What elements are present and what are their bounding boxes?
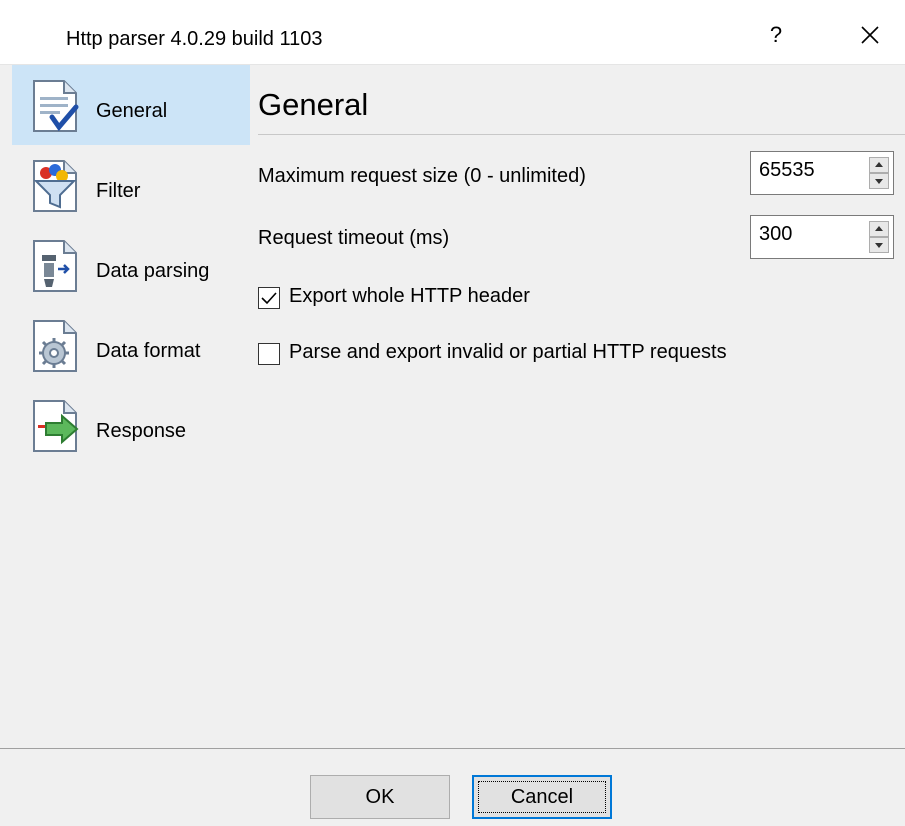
- max-request-size-spinner[interactable]: [750, 151, 894, 195]
- close-button[interactable]: [835, 14, 905, 56]
- title-bar: Http parser 4.0.29 build 1103 ?: [0, 0, 905, 65]
- spin-up-button[interactable]: [869, 221, 889, 237]
- max-request-size-label: Maximum request size (0 - unlimited): [258, 165, 586, 187]
- checkmark-icon: [261, 292, 277, 305]
- document-check-icon: [33, 80, 79, 132]
- checkbox-label: Export whole HTTP header: [289, 285, 530, 307]
- document-arrow-icon: [33, 400, 79, 452]
- spin-buttons: [869, 221, 889, 253]
- request-timeout-input[interactable]: [759, 223, 859, 246]
- window-title: Http parser 4.0.29 build 1103: [66, 28, 323, 50]
- sidebar-item-label: Data format: [96, 340, 201, 362]
- document-parse-icon: [33, 240, 77, 292]
- document-gear-icon: [33, 320, 77, 372]
- panel-title: General: [258, 87, 369, 122]
- sidebar-item-label: Response: [96, 420, 187, 442]
- request-timeout-label: Request timeout (ms): [258, 227, 450, 249]
- help-button[interactable]: ?: [740, 14, 812, 56]
- sidebar-item-data-format[interactable]: Data format: [12, 305, 250, 385]
- cancel-button[interactable]: Cancel: [472, 775, 612, 819]
- sidebar-item-filter[interactable]: Filter: [12, 145, 250, 225]
- sidebar-item-response[interactable]: Response: [12, 385, 250, 465]
- sidebar-nav: General Filter Data parsing Data format …: [12, 65, 250, 748]
- spin-up-button[interactable]: [869, 157, 889, 173]
- sidebar-item-label: Filter: [96, 180, 141, 202]
- spin-down-button[interactable]: [869, 237, 889, 253]
- funnel-icon: [33, 160, 77, 212]
- dialog-footer: OK Cancel: [0, 748, 905, 826]
- checkbox-box[interactable]: [258, 343, 280, 365]
- checkbox-label: Parse and export invalid or partial HTTP…: [289, 341, 727, 363]
- sidebar-item-data-parsing[interactable]: Data parsing: [12, 225, 250, 305]
- spin-buttons: [869, 157, 889, 189]
- sidebar-item-label: General: [96, 100, 168, 122]
- focus-rect: [478, 781, 606, 813]
- spin-down-button[interactable]: [869, 173, 889, 189]
- request-timeout-spinner[interactable]: [750, 215, 894, 259]
- max-request-size-input[interactable]: [759, 159, 859, 182]
- close-icon: [861, 26, 879, 44]
- panel-divider: [258, 134, 905, 135]
- sidebar-item-general[interactable]: General: [12, 65, 250, 145]
- sidebar-item-label: Data parsing: [96, 260, 210, 282]
- dialog-client: General Filter Data parsing Data format …: [0, 65, 905, 748]
- ok-button[interactable]: OK: [310, 775, 450, 819]
- checkbox-box[interactable]: [258, 287, 280, 309]
